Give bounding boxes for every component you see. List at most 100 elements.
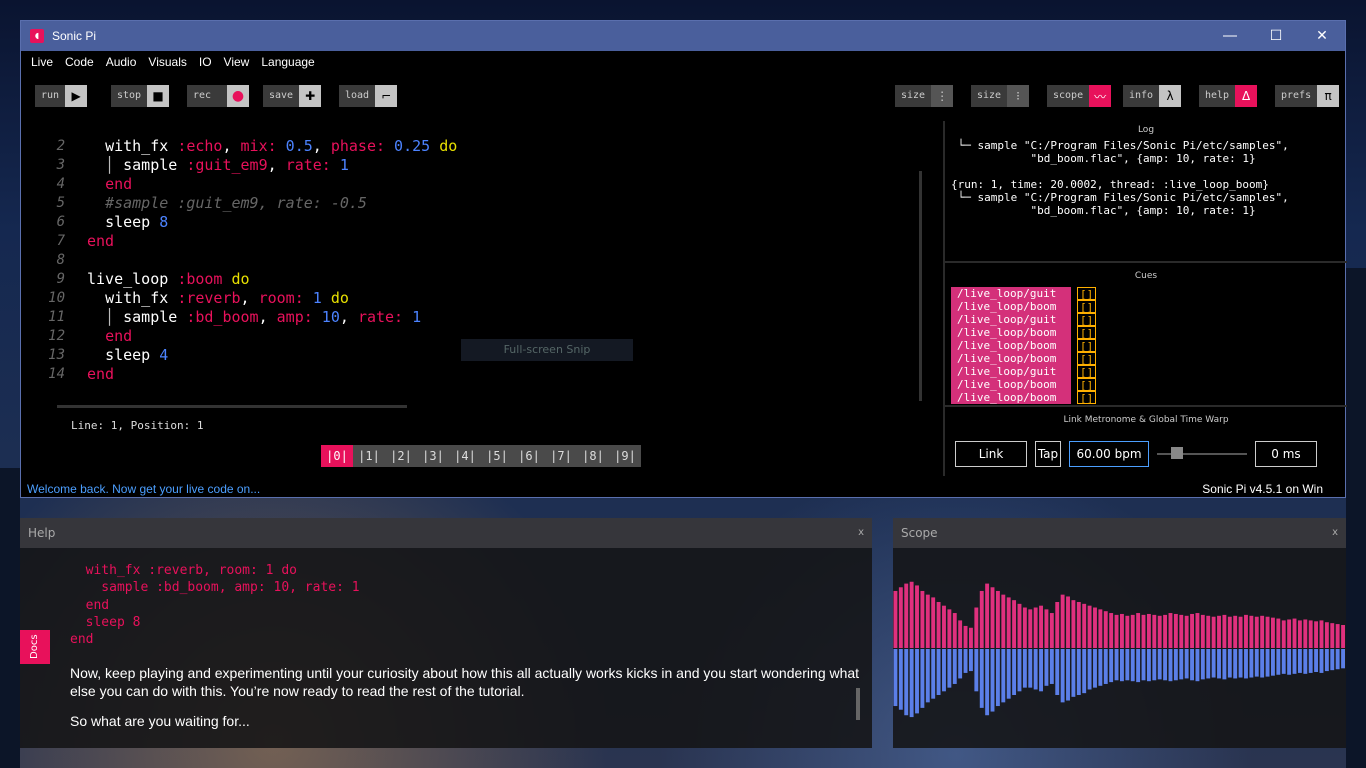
code-line[interactable]: 3 │ sample :guit_em9, rate: 1 [21, 156, 939, 175]
scope-bar-bottom [1330, 649, 1335, 671]
buffer-tab-9[interactable]: |9| [609, 445, 641, 467]
cue-path: /live_loop/guit [951, 313, 1071, 326]
help-scrollbar[interactable] [856, 688, 860, 720]
code-line[interactable]: 14 end [21, 365, 939, 384]
scope-bar-top [1287, 619, 1292, 648]
buffer-tab-8[interactable]: |8| [577, 445, 609, 467]
buffer-tab-7[interactable]: |7| [545, 445, 577, 467]
code-text: sleep 4 [105, 346, 169, 364]
menu-io[interactable]: IO [193, 55, 218, 69]
scope-bar-top [1249, 615, 1254, 648]
scope-close-button[interactable]: x [1332, 518, 1338, 548]
scope-bar-bottom [1265, 649, 1270, 677]
stop-button[interactable]: stop ■ [111, 85, 170, 107]
load-button[interactable]: load ⌐ [339, 85, 398, 107]
menu-code[interactable]: Code [59, 55, 100, 69]
cue-path: /live_loop/boom [951, 391, 1071, 404]
buffer-tab-4[interactable]: |4| [449, 445, 481, 467]
scope-bar-top [1098, 609, 1103, 648]
scope-bar-top [931, 597, 936, 648]
buffer-tab-1[interactable]: |1| [353, 445, 385, 467]
scope-bar-top [1303, 619, 1308, 648]
scope-bar-bottom [1076, 649, 1081, 695]
code-line[interactable]: 5 #sample :guit_em9, rate: -0.5 [21, 194, 939, 213]
info-button[interactable]: info λ [1123, 85, 1182, 107]
code-line[interactable]: 9 live_loop :boom do [21, 270, 939, 289]
tap-button[interactable]: Tap [1035, 441, 1061, 467]
code-line[interactable]: 7 end [21, 232, 939, 251]
scope-bar-bottom [1319, 649, 1324, 673]
docs-tab[interactable]: Docs [20, 630, 50, 664]
prefs-label: prefs [1275, 85, 1318, 107]
bpm-field[interactable]: 60.00 bpm [1069, 441, 1149, 467]
help-close-button[interactable]: x [858, 518, 864, 548]
scope-bar-bottom [990, 649, 995, 712]
menu-audio[interactable]: Audio [100, 55, 143, 69]
buffer-tab-6[interactable]: |6| [513, 445, 545, 467]
cue-args: [] [1077, 391, 1097, 405]
scope-bar-bottom [1238, 649, 1243, 678]
code-line[interactable]: 8 [21, 251, 939, 270]
code-text: with_fx :reverb, room: 1 do [105, 289, 349, 307]
scope-bar-top [920, 590, 925, 648]
scope-bar-top [1006, 597, 1011, 648]
cue-item: /live_loop/boom [] [951, 378, 1097, 392]
help-body: Now, keep playing and experimenting unti… [70, 664, 860, 742]
size-label-2: size [971, 85, 1008, 107]
menu-visuals[interactable]: Visuals [142, 55, 192, 69]
code-line[interactable]: 10 with_fx :reverb, room: 1 do [21, 289, 939, 308]
time-warp-slider-handle[interactable] [1171, 447, 1183, 459]
scope-bar-bottom [1287, 649, 1292, 675]
scope-bar-bottom [1082, 649, 1087, 694]
minimize-icon[interactable]: ― [1207, 21, 1253, 51]
scope-bar-top [1271, 617, 1275, 648]
save-button[interactable]: save ✚ [263, 85, 322, 107]
scope-bar-top [1281, 620, 1286, 648]
scope-bar-top [942, 605, 946, 648]
help-button[interactable]: help Δ [1199, 85, 1258, 107]
stop-label: stop [111, 85, 148, 107]
scope-bar-bottom [1244, 649, 1248, 679]
code-line[interactable]: 4 end [21, 175, 939, 194]
scope-bar-bottom [1260, 649, 1265, 678]
scope-bar-bottom [898, 649, 903, 710]
menu-live[interactable]: Live [25, 55, 59, 69]
buffer-tab-0[interactable]: |0| [321, 445, 353, 467]
cues-divider[interactable] [945, 405, 1347, 407]
scope-bar-top [1190, 613, 1194, 648]
maximize-icon[interactable]: ☐ [1253, 21, 1299, 51]
size-decrease-button[interactable]: size ⋮ [895, 85, 954, 107]
scope-bar-top [1195, 613, 1200, 648]
scope-bar-top [979, 590, 984, 648]
scope-bar-bottom [1109, 649, 1114, 683]
size-increase-button[interactable]: size ⁝ [971, 85, 1030, 107]
scope-bar-bottom [1233, 649, 1238, 679]
scope-bar-bottom [1271, 649, 1275, 676]
run-button[interactable]: run ▶ [35, 85, 88, 107]
scope-button[interactable]: scope 〰 [1047, 85, 1112, 107]
time-warp-field[interactable]: 0 ms [1255, 441, 1317, 467]
rec-button[interactable]: rec ● [187, 85, 249, 107]
code-editor[interactable]: 2 with_fx :echo, mix: 0.5, phase: 0.25 d… [21, 121, 939, 421]
code-text: │ sample :guit_em9, rate: 1 [87, 156, 349, 174]
code-line[interactable]: 11 │ sample :bd_boom, amp: 10, rate: 1 [21, 308, 939, 327]
cues-title: Cues [1134, 271, 1158, 281]
buffer-tabs: |0| |1| |2| |3| |4| |5| |6| |7| |8| |9| [321, 445, 641, 467]
menu-language[interactable]: Language [255, 55, 320, 69]
scope-bar-bottom [1341, 649, 1345, 669]
menu-view[interactable]: View [218, 55, 256, 69]
buffer-tab-5[interactable]: |5| [481, 445, 513, 467]
scope-header: Scope x [893, 518, 1346, 548]
buffer-tab-2[interactable]: |2| [385, 445, 417, 467]
code-line[interactable]: 2 with_fx :echo, mix: 0.5, phase: 0.25 d… [21, 137, 939, 156]
link-button[interactable]: Link [955, 441, 1027, 467]
log-divider[interactable] [945, 261, 1347, 263]
scope-bar-top [1060, 594, 1065, 648]
buffer-tab-3[interactable]: |3| [417, 445, 449, 467]
help-paragraph-2: So what are you waiting for... [70, 713, 250, 729]
prefs-button[interactable]: prefs π [1275, 85, 1340, 107]
close-icon[interactable]: ✕ [1299, 21, 1345, 51]
code-line[interactable]: 6 sleep 8 [21, 213, 939, 232]
editor-vertical-scrollbar[interactable] [919, 171, 922, 401]
editor-horizontal-scrollbar[interactable] [57, 405, 407, 408]
